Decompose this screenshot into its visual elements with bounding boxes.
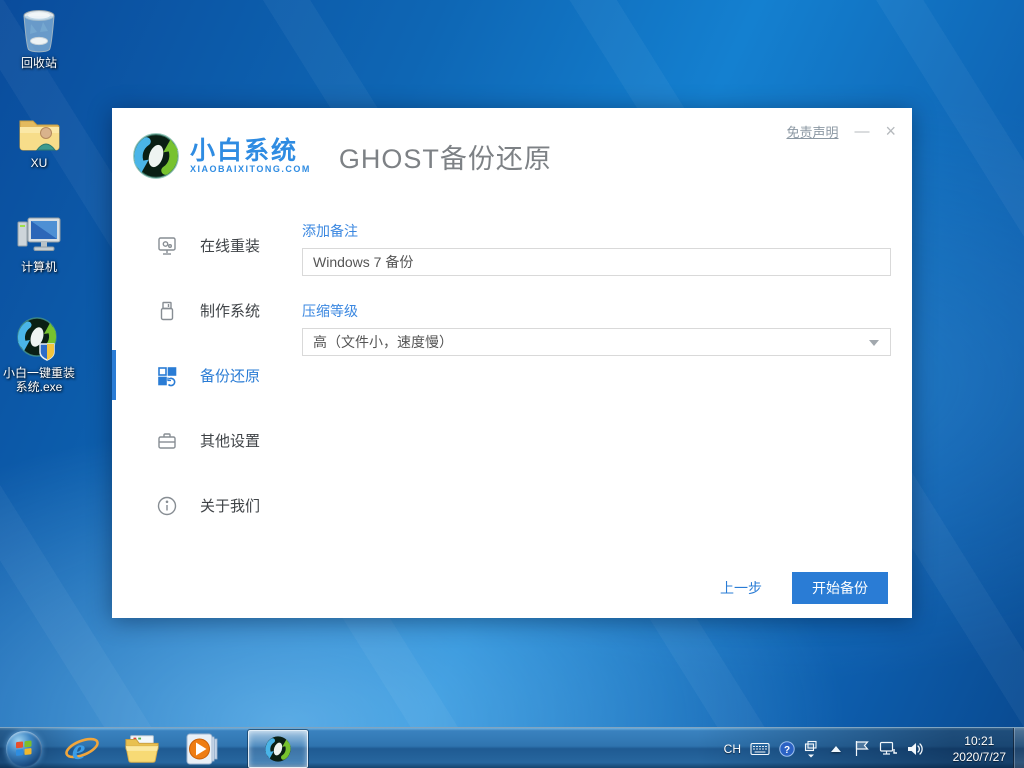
desktop-icon-recycle-bin[interactable]: 回收站: [0, 8, 82, 70]
xiaobai-app-icon: [17, 317, 57, 361]
taskbar-item-explorer[interactable]: [124, 730, 160, 768]
xiaobai-window: 免责声明 — × 小白系统 XIAOBAIXITONG.COM GHOST备份还…: [112, 108, 912, 618]
computer-icon: [17, 217, 61, 251]
desktop: { "colors": { "accent": "#2a7cd5", "labe…: [0, 0, 1024, 768]
note-input[interactable]: [302, 248, 891, 276]
compress-select[interactable]: 高（文件小，速度慢）: [302, 328, 891, 356]
close-button[interactable]: ×: [885, 122, 896, 140]
svg-text:?: ?: [784, 745, 790, 756]
svg-text:e: e: [72, 733, 85, 766]
app-logo: [133, 133, 179, 179]
brand-domain: XIAOBAIXITONG.COM: [190, 164, 311, 174]
desktop-icon-label: XU: [30, 156, 48, 170]
other-settings-icon: [158, 432, 176, 449]
internet-explorer-icon: e: [65, 733, 99, 766]
desktop-icon-xiaobai-app[interactable]: 小白一键重装 系统.exe: [0, 314, 82, 394]
taskbar-clock[interactable]: 10:21 2020/7/27: [953, 733, 1006, 765]
language-bar-options-icon[interactable]: [804, 740, 818, 758]
brand-name: 小白系统: [190, 137, 299, 165]
sidebar-item-other-settings[interactable]: 其他设置: [112, 408, 302, 473]
language-indicator[interactable]: CH: [724, 742, 741, 756]
sidebar-item-backup-restore[interactable]: 备份还原: [112, 343, 302, 408]
keyboard-icon[interactable]: [750, 742, 770, 756]
desktop-icon-computer[interactable]: 计算机: [0, 212, 82, 274]
desktop-icon-xu-folder[interactable]: XU: [0, 112, 82, 170]
show-hidden-icons-button[interactable]: [831, 745, 841, 752]
sidebar-item-make-system[interactable]: 制作系统: [112, 278, 302, 343]
volume-icon[interactable]: [907, 741, 924, 757]
chevron-up-icon: [831, 745, 841, 752]
disclaimer-link[interactable]: 免责声明: [786, 122, 838, 141]
start-button[interactable]: [6, 730, 42, 767]
user-folder-icon: [19, 120, 60, 151]
desktop-icon-label: 回收站: [20, 56, 57, 70]
backup-restore-icon: [158, 366, 177, 386]
taskbar-item-xiaobai-active[interactable]: [247, 728, 309, 768]
show-desktop-button[interactable]: [1013, 728, 1024, 768]
note-label: 添加备注: [302, 223, 358, 239]
clock-date: 2020/7/27: [952, 750, 1006, 764]
backup-form: 添加备注 压缩等级 高（文件小，速度慢）: [302, 221, 891, 356]
start-backup-button[interactable]: 开始备份: [792, 572, 888, 604]
action-center-flag-icon[interactable]: [854, 740, 870, 757]
desktop-icon-label: 小白一键重装 系统.exe: [2, 366, 75, 394]
about-us-icon: [157, 496, 177, 515]
xiaobai-app-icon: [265, 735, 291, 762]
help-icon[interactable]: ?: [779, 740, 795, 757]
sidebar-item-online-reinstall[interactable]: 在线重装: [112, 213, 302, 278]
back-button[interactable]: 上一步: [720, 578, 762, 598]
taskbar: e CH ? 10:21 2020/7/27: [0, 727, 1024, 768]
desktop-icon-label: 计算机: [20, 260, 57, 274]
chevron-down-icon: [869, 340, 879, 346]
sidebar: 在线重装 制作系统 备份还原 其他设置 关于我们: [112, 213, 302, 538]
recycle-bin-icon: [23, 10, 55, 53]
clock-time: 10:21: [964, 734, 995, 748]
window-header: 小白系统 XIAOBAIXITONG.COM GHOST备份还原: [112, 108, 912, 182]
make-system-icon: [160, 301, 174, 320]
network-icon[interactable]: [879, 741, 898, 757]
folder-icon: [125, 734, 159, 763]
taskbar-item-media-player[interactable]: [184, 730, 220, 768]
online-reinstall-icon: [158, 236, 176, 255]
minimize-button[interactable]: —: [854, 124, 869, 139]
brand-text: 小白系统 XIAOBAIXITONG.COM: [190, 138, 311, 174]
sidebar-item-about-us[interactable]: 关于我们: [112, 473, 302, 538]
windows-flag-icon: [16, 740, 32, 756]
taskbar-item-internet-explorer[interactable]: e: [64, 730, 100, 768]
page-title: GHOST备份还原: [338, 143, 552, 174]
compress-label: 压缩等级: [302, 303, 358, 319]
media-player-icon: [186, 733, 218, 764]
